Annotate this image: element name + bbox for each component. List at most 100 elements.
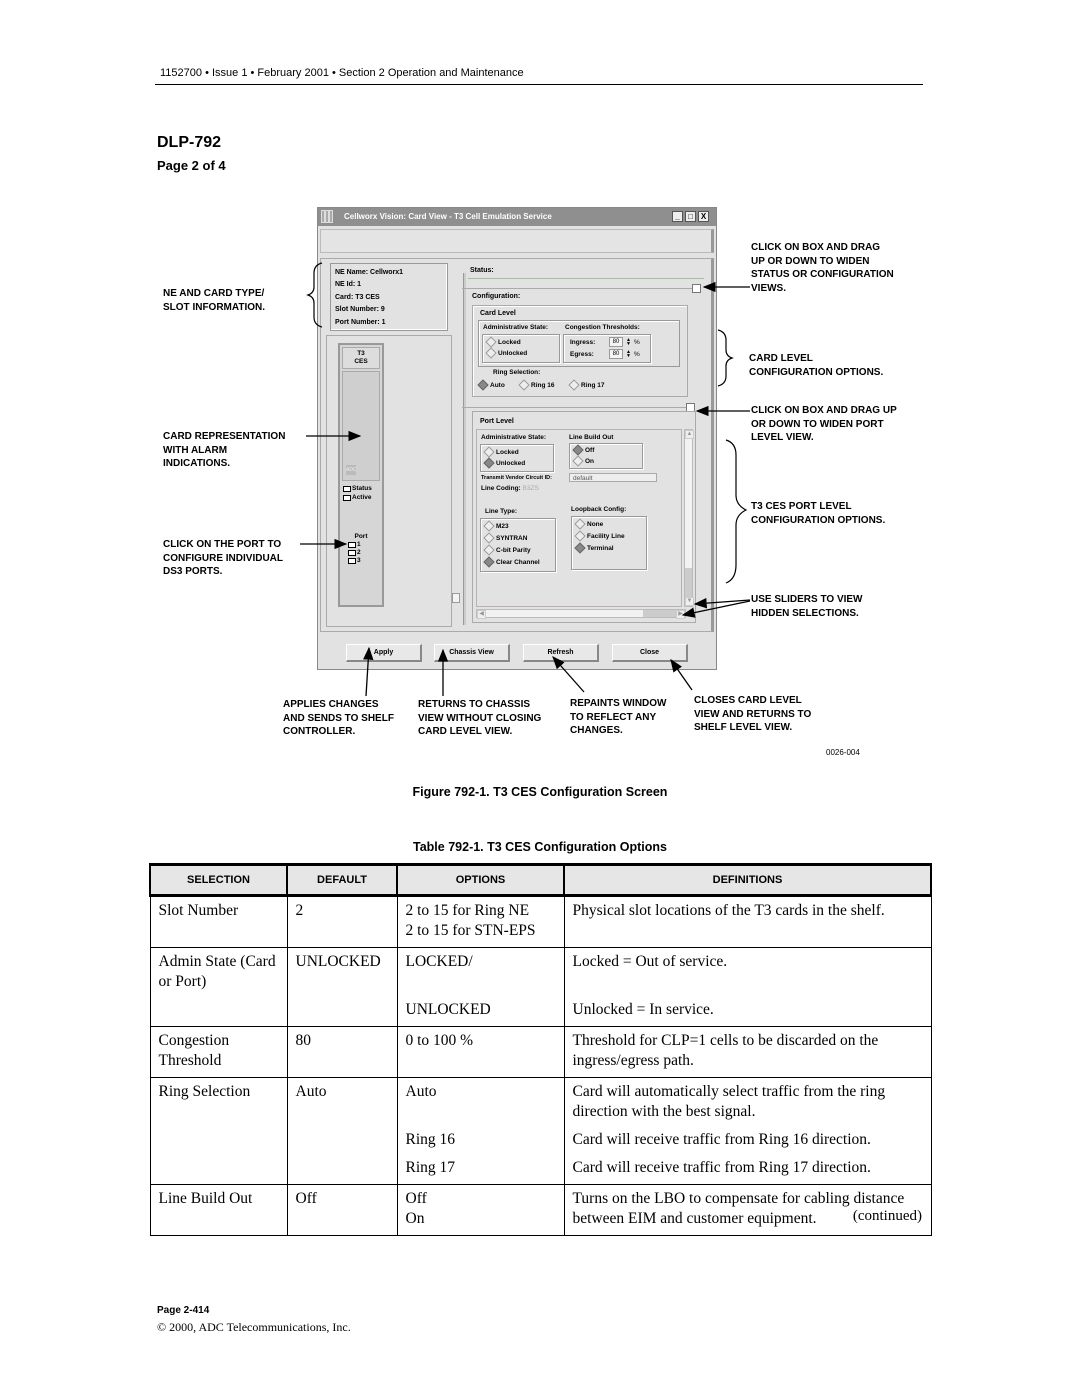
chassis-view-button[interactable]: Chassis View — [434, 644, 510, 662]
callout-line: CHANGES. — [570, 725, 623, 736]
port-title: Port — [354, 533, 368, 540]
port-1[interactable]: 1 — [348, 541, 361, 548]
egress-label: Egress: — [570, 350, 594, 358]
window-titlebar[interactable]: Cellworx Vision: Card View - T3 Cell Emu… — [318, 208, 716, 226]
callout-drag-status: CLICK ON BOX AND DRAG UP OR DOWN TO WIDE… — [751, 241, 894, 295]
lbo-off-radio[interactable]: Off — [572, 444, 595, 456]
admin-state-box: Locked Unlocked — [482, 334, 560, 363]
cell-options: Ring 17 — [396, 1156, 565, 1185]
ring-17-radio[interactable]: Ring 17 — [568, 379, 605, 391]
callout-line: CARD LEVEL — [749, 353, 813, 364]
loopback-box: None Facility Line Terminal — [571, 516, 647, 570]
line-type-m23-radio[interactable]: M23 — [483, 520, 509, 532]
callout-line: HIDDEN SELECTIONS. — [751, 607, 859, 619]
cell-options: Off On — [396, 1184, 565, 1236]
card-label: T3 CES — [342, 347, 380, 369]
cell-selection: Ring Selection — [149, 1077, 288, 1128]
card-representation[interactable]: T3 CES ADC Status Active Port 1 2 3 — [338, 343, 384, 607]
status-resize-handle[interactable] — [692, 284, 701, 293]
cell-selection: Admin State (Card or Port) — [149, 947, 288, 998]
radio-label: SYNTRAN — [496, 534, 528, 542]
spin-arrows-icon[interactable]: ▲ ▼ — [626, 338, 631, 347]
scroll-up-icon[interactable]: ▲ — [685, 430, 694, 439]
port-2[interactable]: 2 — [348, 549, 361, 556]
document-header-line: 1152700 • Issue 1 • February 2001 • Sect… — [160, 67, 524, 79]
callout-line: SLOT INFORMATION. — [163, 301, 266, 313]
loopback-facility-radio[interactable]: Facility Line — [574, 530, 625, 542]
cell-definition: Threshold for CLP=1 cells to be discarde… — [563, 1026, 932, 1078]
minimize-button[interactable]: _ — [672, 211, 683, 222]
line-type-syntran-radio[interactable]: SYNTRAN — [483, 532, 528, 544]
close-window-button[interactable]: X — [698, 211, 709, 222]
ingress-stepper[interactable]: Ingress: 80 ▲ ▼% — [570, 337, 640, 347]
card-admin-locked-radio[interactable]: Locked — [485, 336, 521, 348]
callout-line: NE AND CARD TYPE/ — [163, 288, 265, 299]
ring-auto-radio[interactable]: Auto — [477, 379, 505, 391]
vertical-scroll-thumb[interactable] — [685, 568, 692, 598]
callout-line: CLICK ON BOX AND DRAG — [751, 242, 881, 253]
cell-selection — [149, 998, 288, 1027]
button-row: Apply Chassis View Refresh Close — [320, 636, 714, 666]
port-admin-unlocked-radio[interactable]: Unlocked — [483, 457, 525, 469]
line-type-cbit-radio[interactable]: C-bit Parity — [483, 544, 531, 556]
callout-line: AND SENDS TO SHELF — [283, 712, 394, 724]
egress-stepper[interactable]: Egress: 80 ▲ ▼% — [570, 349, 640, 359]
table-header-row: SELECTION DEFAULT OPTIONS DEFINITIONS — [149, 863, 932, 897]
callout-line: WITH ALARM — [163, 444, 228, 456]
maximize-button[interactable]: □ — [685, 211, 696, 222]
close-button[interactable]: Close — [612, 644, 688, 662]
port-3[interactable]: 3 — [348, 557, 361, 564]
scroll-left-icon[interactable]: ◀ — [477, 610, 486, 619]
horizontal-scrollbar[interactable]: ◀ ▶ — [476, 609, 686, 619]
header-rule — [155, 84, 923, 85]
transmit-vendor-input[interactable]: default — [569, 473, 657, 482]
callout-apply: APPLIES CHANGES AND SENDS TO SHELF CONTR… — [283, 698, 394, 739]
unit-label: % — [634, 350, 640, 358]
loopback-terminal-radio[interactable]: Terminal — [574, 542, 614, 554]
callout-click-port: CLICK ON THE PORT TO CONFIGURE INDIVIDUA… — [163, 538, 283, 579]
callout-line: CLOSES CARD LEVEL — [694, 695, 802, 706]
lbo-on-radio[interactable]: On — [572, 455, 595, 467]
cell-definition: Unlocked = In service. — [563, 998, 932, 1027]
ingress-value[interactable]: 80 — [609, 337, 623, 347]
port-icon — [348, 541, 356, 548]
radio-selected-icon — [574, 542, 586, 554]
led-icon — [343, 494, 351, 501]
card-admin-unlocked-radio[interactable]: Unlocked — [485, 347, 527, 359]
refresh-button[interactable]: Refresh — [523, 644, 599, 662]
port-admin-locked-radio[interactable]: Locked — [483, 446, 519, 458]
cell-definition: Card will automatically select traffic f… — [563, 1077, 932, 1128]
loopback-none-radio[interactable]: None — [574, 518, 603, 530]
radio-icon — [483, 446, 495, 458]
horizontal-scroll-thumb[interactable] — [643, 610, 677, 617]
table-row: Ring 16 Card will receive traffic from R… — [149, 1128, 932, 1156]
loopback-title: Loopback Config: — [571, 506, 627, 513]
line-type-clear-channel-radio[interactable]: Clear Channel — [483, 556, 540, 568]
scroll-down-icon[interactable]: ▼ — [685, 597, 694, 606]
spin-arrows-icon[interactable]: ▲ ▼ — [626, 350, 631, 359]
cell-definition: Physical slot locations of the T3 cards … — [563, 895, 932, 948]
table-row: Line Build Out Off Off On Turns on the L… — [149, 1184, 932, 1236]
table-row: UNLOCKED Unlocked = In service. — [149, 998, 932, 1027]
radio-label: Locked — [498, 338, 521, 346]
radio-icon — [485, 347, 497, 359]
radio-selected-icon — [483, 556, 495, 568]
vertical-scrollbar[interactable]: ▲ ▼ — [684, 429, 694, 607]
callout-line: DS3 PORTS. — [163, 566, 223, 577]
pane-divider-handle[interactable] — [452, 593, 460, 603]
cell-selection — [149, 1128, 288, 1156]
callout-port-level-options: T3 CES PORT LEVEL CONFIGURATION OPTIONS. — [751, 500, 885, 527]
cell-default: Auto — [286, 1077, 398, 1128]
radio-label: Ring 17 — [581, 381, 605, 389]
scroll-right-icon[interactable]: ▶ — [676, 610, 685, 619]
apply-button[interactable]: Apply — [346, 644, 422, 662]
callout-line: CARD REPRESENTATION — [163, 431, 286, 442]
card-level-group: Administrative State: Congestion Thresho… — [478, 320, 680, 367]
radio-label: On — [585, 457, 595, 465]
cell-options: 2 to 15 for Ring NE 2 to 15 for STN-EPS — [396, 895, 565, 948]
egress-value[interactable]: 80 — [609, 349, 623, 359]
radio-label: Off — [585, 446, 595, 454]
ring-16-radio[interactable]: Ring 16 — [518, 379, 554, 391]
card-face: ADC — [342, 371, 380, 481]
window-menu-icon[interactable] — [321, 210, 333, 223]
